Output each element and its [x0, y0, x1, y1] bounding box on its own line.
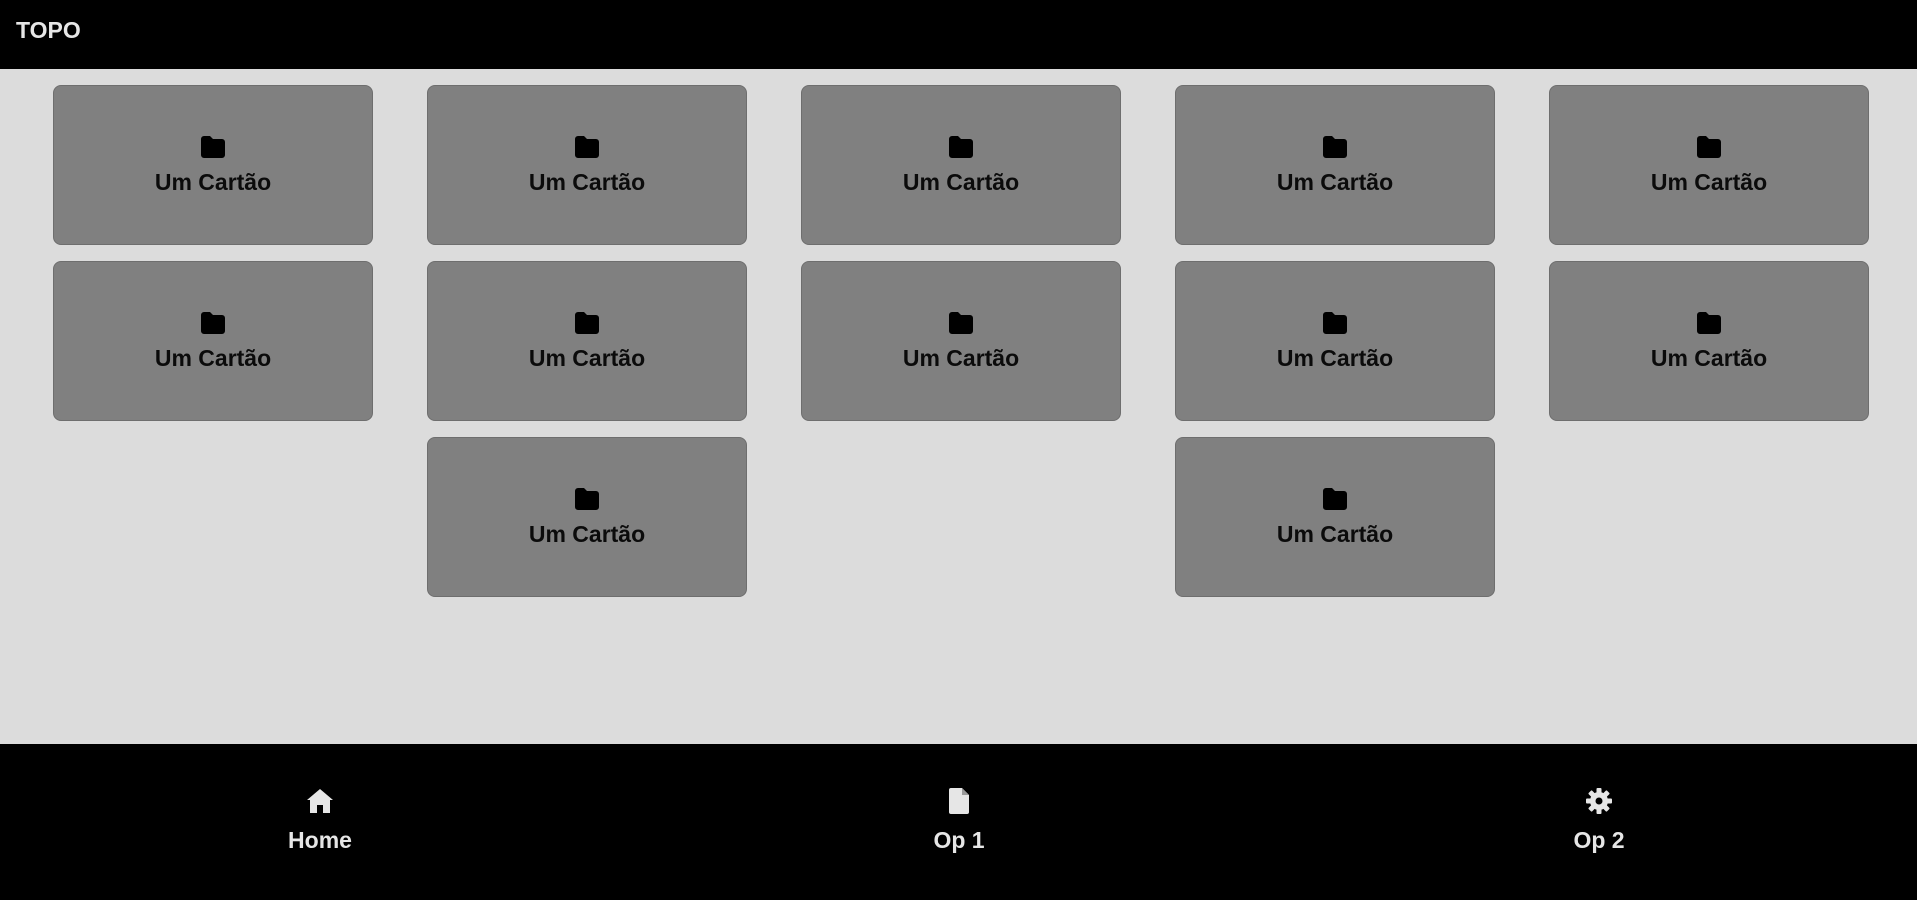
card-label: Um Cartão — [1276, 521, 1394, 547]
folder-icon — [201, 136, 225, 158]
folder-icon — [201, 312, 225, 334]
nav-home[interactable]: Home — [200, 786, 440, 854]
card[interactable]: Um Cartão — [1549, 261, 1869, 421]
card-label: Um Cartão — [528, 169, 646, 195]
bottom-nav: Home Op 1 Op 2 — [0, 744, 1917, 900]
card[interactable]: Um Cartão — [1175, 437, 1495, 597]
card[interactable]: Um Cartão — [1549, 85, 1869, 245]
card-label: Um Cartão — [1650, 345, 1768, 371]
nav-op2-label: Op 2 — [1573, 827, 1625, 853]
folder-icon — [949, 136, 973, 158]
card[interactable]: Um Cartão — [427, 85, 747, 245]
card-label: Um Cartão — [1276, 345, 1394, 371]
app-title: TOPO — [16, 17, 81, 43]
main-content: Um Cartão Um Cartão Um Cartão Um Cartão … — [0, 69, 1917, 744]
folder-icon — [949, 312, 973, 334]
top-bar: TOPO — [0, 0, 1917, 69]
gear-icon — [1586, 788, 1612, 814]
card-grid: Um Cartão Um Cartão Um Cartão Um Cartão … — [53, 85, 1869, 597]
file-icon — [949, 788, 969, 814]
card-label: Um Cartão — [1650, 169, 1768, 195]
card[interactable]: Um Cartão — [1175, 261, 1495, 421]
card[interactable]: Um Cartão — [801, 85, 1121, 245]
folder-icon — [575, 488, 599, 510]
card-label: Um Cartão — [902, 345, 1020, 371]
home-icon — [307, 789, 333, 813]
card[interactable]: Um Cartão — [801, 261, 1121, 421]
nav-home-label: Home — [288, 827, 352, 853]
card-label: Um Cartão — [528, 521, 646, 547]
nav-op1[interactable]: Op 1 — [839, 786, 1079, 854]
nav-op1-label: Op 1 — [933, 827, 985, 853]
card[interactable]: Um Cartão — [427, 437, 747, 597]
nav-op2[interactable]: Op 2 — [1479, 786, 1719, 854]
card-label: Um Cartão — [528, 345, 646, 371]
folder-icon — [1697, 136, 1721, 158]
card[interactable]: Um Cartão — [1175, 85, 1495, 245]
folder-icon — [1323, 488, 1347, 510]
folder-icon — [1323, 136, 1347, 158]
card-label: Um Cartão — [154, 345, 272, 371]
card-label: Um Cartão — [154, 169, 272, 195]
card[interactable]: Um Cartão — [53, 261, 373, 421]
card-label: Um Cartão — [902, 169, 1020, 195]
folder-icon — [575, 136, 599, 158]
folder-icon — [1323, 312, 1347, 334]
folder-icon — [1697, 312, 1721, 334]
folder-icon — [575, 312, 599, 334]
card-label: Um Cartão — [1276, 169, 1394, 195]
card[interactable]: Um Cartão — [53, 85, 373, 245]
card[interactable]: Um Cartão — [427, 261, 747, 421]
